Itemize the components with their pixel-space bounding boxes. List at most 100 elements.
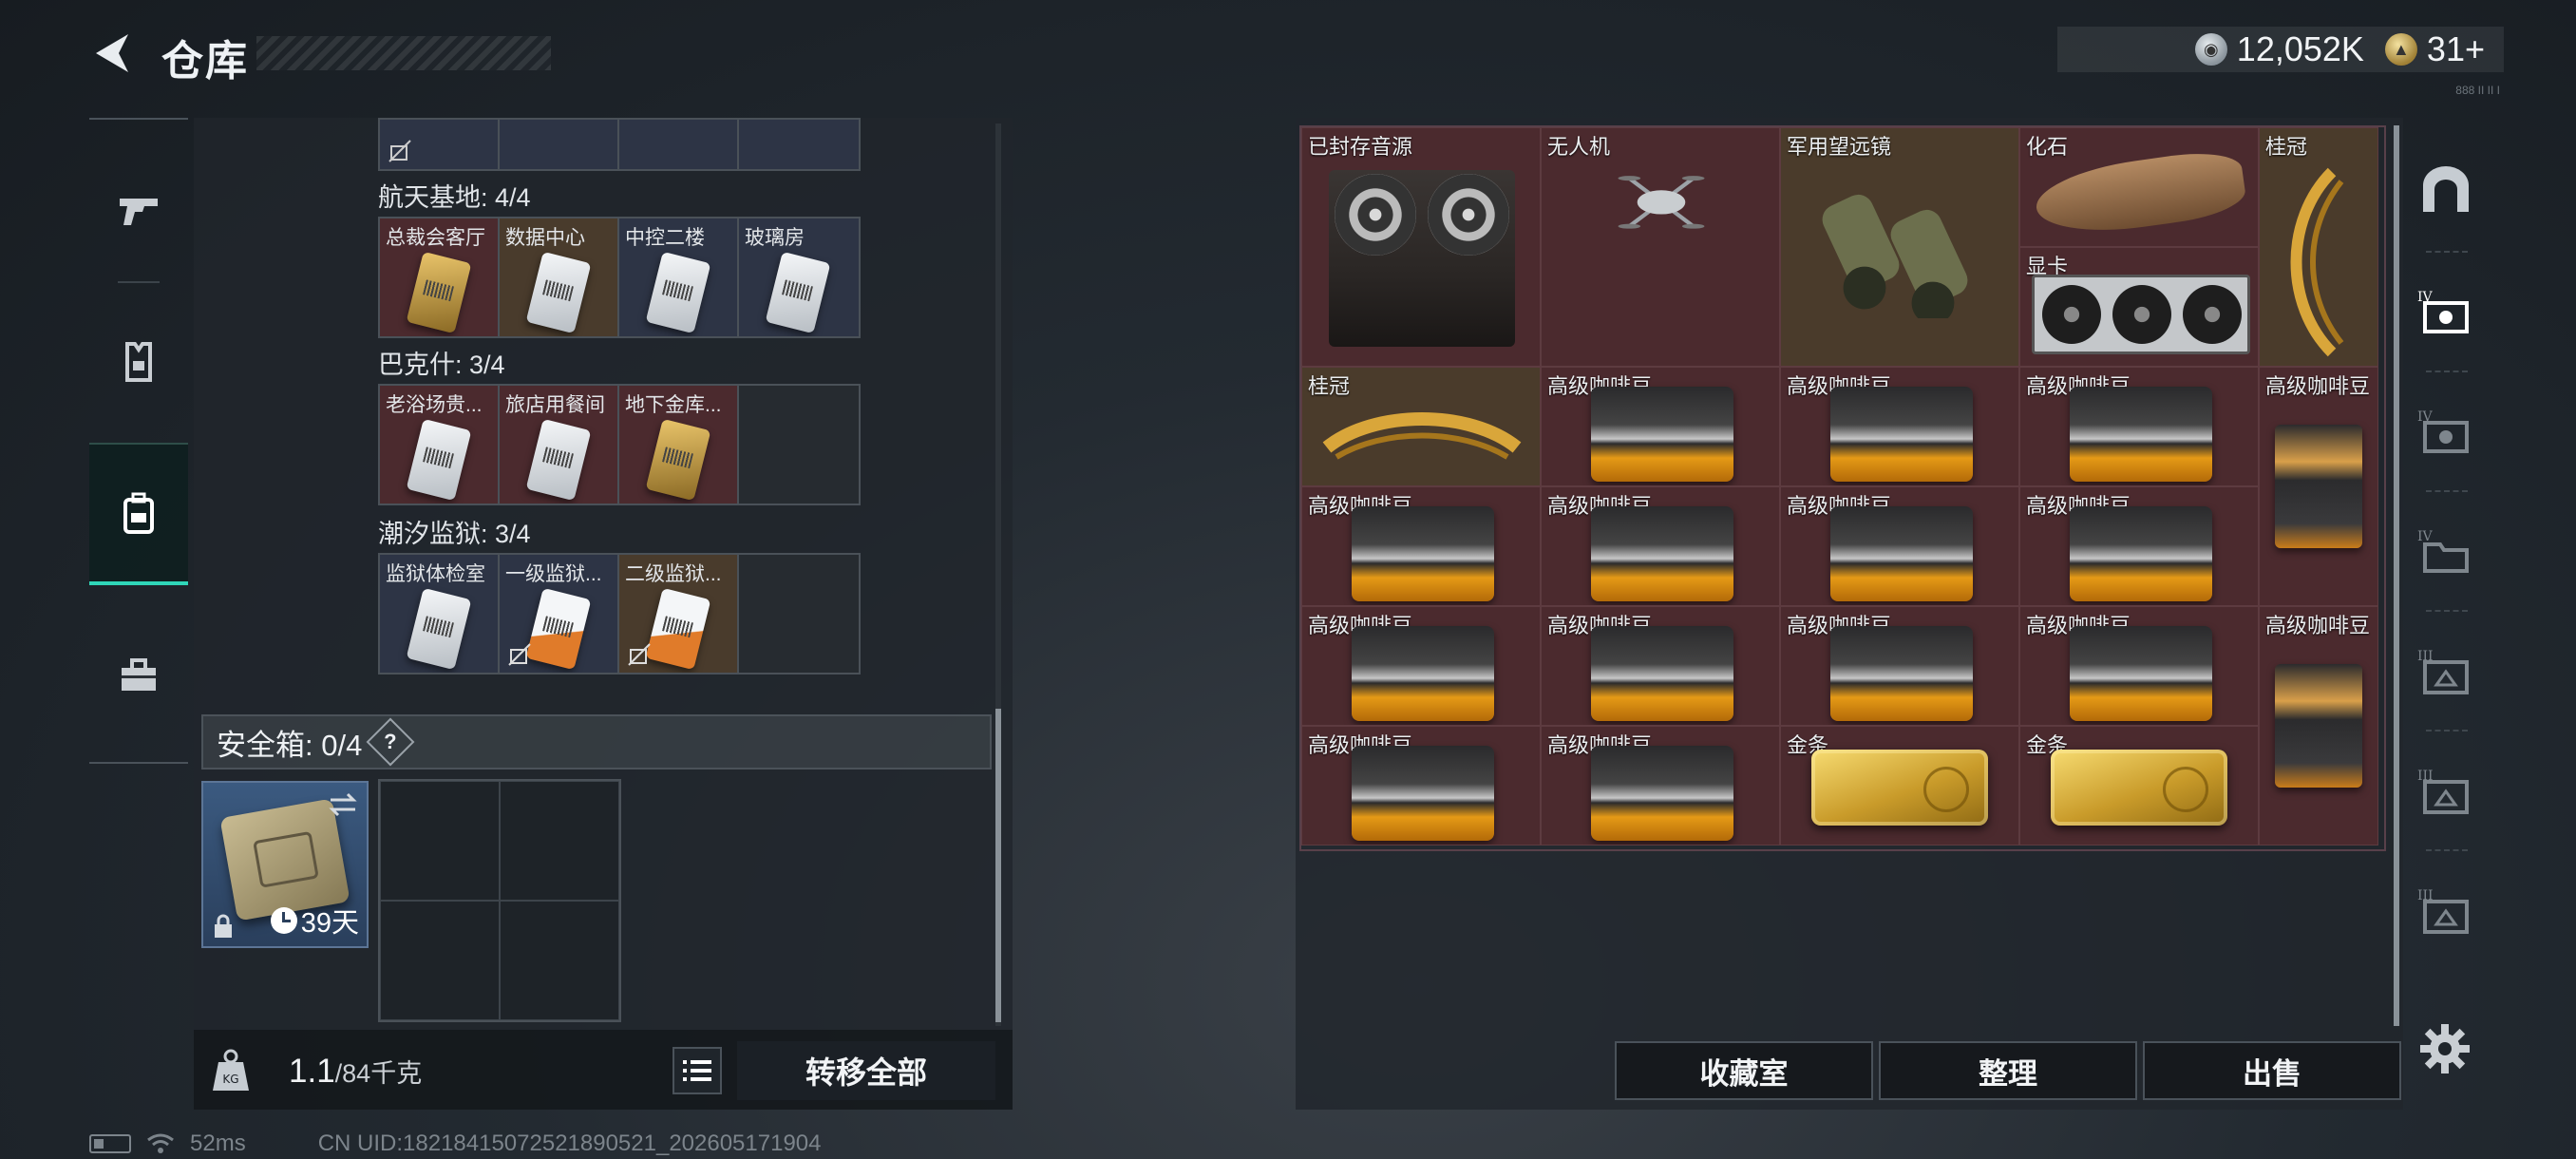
- rail-armor[interactable]: [89, 291, 188, 433]
- item-gold-bar[interactable]: 金条: [1780, 726, 2019, 846]
- item-premium-coffee[interactable]: 高级咖啡豆: [1780, 606, 2019, 726]
- item-sealed-audio[interactable]: 已封存音源: [1301, 127, 1541, 367]
- keycard-slot[interactable]: [619, 120, 739, 169]
- coffee-bag-image: [1591, 506, 1733, 601]
- keycard-label: 中控二楼: [625, 227, 705, 249]
- keycard-row-tidal-prison: 监狱体检室 一级监狱... 二级监狱...: [378, 553, 861, 674]
- backpack-scroll-thumb[interactable]: [995, 709, 1001, 1022]
- rail-container-4c[interactable]: IV: [2405, 500, 2487, 604]
- coffee-bag-image: [2275, 425, 2362, 548]
- keycard-slot[interactable]: 总裁会客厅: [380, 218, 500, 336]
- no-signal-icon: [388, 140, 411, 162]
- list-view-button[interactable]: [672, 1047, 722, 1094]
- collection-room-button[interactable]: 收藏室: [1615, 1041, 1873, 1100]
- coffee-bag-image: [1830, 387, 1973, 482]
- transfer-all-button[interactable]: 转移全部: [737, 1041, 995, 1100]
- battery-icon: [89, 1134, 131, 1153]
- safe-grid-cell[interactable]: [380, 781, 500, 901]
- help-button[interactable]: ?: [366, 717, 415, 767]
- item-graphics-card[interactable]: 显卡: [2019, 247, 2259, 367]
- rail-backpack[interactable]: [89, 443, 188, 585]
- item-premium-coffee[interactable]: 高级咖啡豆: [2259, 606, 2378, 846]
- keycard-slot[interactable]: 中控二楼: [619, 218, 739, 336]
- swap-icon[interactable]: [327, 790, 359, 819]
- back-button[interactable]: [87, 27, 135, 80]
- rail-main-storage[interactable]: [2405, 137, 2487, 241]
- coffee-bag-image: [2275, 664, 2362, 788]
- keycard-slot[interactable]: 老浴场贵...: [380, 386, 500, 504]
- ping-readout: 52ms: [190, 1130, 246, 1156]
- rail-toolbox[interactable]: [89, 604, 188, 747]
- clock-icon: [270, 907, 297, 934]
- keycard-image: [525, 418, 592, 502]
- item-fossil[interactable]: 化石: [2019, 127, 2259, 247]
- no-signal-icon: [508, 643, 531, 666]
- rail-weapons[interactable]: [89, 139, 188, 281]
- item-laurel-crown[interactable]: 桂冠: [1301, 367, 1541, 486]
- backpack-footer: KG 1.1/84千克 转移全部: [194, 1030, 1013, 1110]
- keycard-slot-empty[interactable]: [739, 386, 859, 504]
- keycard-slot[interactable]: [380, 120, 500, 169]
- laurel-crown-image: [1322, 412, 1522, 460]
- keycard-slot-empty[interactable]: [739, 555, 859, 673]
- item-premium-coffee[interactable]: 高级咖啡豆: [1541, 726, 1780, 846]
- weight-max: /84千克: [334, 1059, 423, 1088]
- item-premium-coffee[interactable]: 高级咖啡豆: [1541, 367, 1780, 486]
- keycard-label: 二级监狱...: [625, 563, 722, 585]
- currency-bar[interactable]: ◉ 12,052K ▲ 31+: [2057, 27, 2504, 72]
- item-premium-coffee[interactable]: 高级咖啡豆: [1541, 486, 1780, 606]
- organize-button[interactable]: 整理: [1879, 1041, 2137, 1100]
- item-premium-coffee[interactable]: 高级咖啡豆: [1301, 726, 1541, 846]
- item-premium-coffee[interactable]: 高级咖啡豆: [2019, 367, 2259, 486]
- item-military-binoculars[interactable]: 军用望远镜: [1780, 127, 2019, 367]
- coffee-bag-image: [2070, 626, 2212, 721]
- item-premium-coffee[interactable]: 高级咖啡豆: [1301, 486, 1541, 606]
- safe-grid-cell[interactable]: [380, 901, 500, 1020]
- no-signal-icon: [628, 643, 651, 666]
- keycard-slot[interactable]: 数据中心: [500, 218, 619, 336]
- item-premium-coffee[interactable]: 高级咖啡豆: [1780, 367, 2019, 486]
- item-premium-coffee[interactable]: 高级咖啡豆: [2019, 486, 2259, 606]
- region-title-aerospace: 航天基地: 4/4: [378, 183, 531, 212]
- keycard-label: 老浴场贵...: [386, 394, 483, 416]
- gear-icon[interactable]: [2418, 1022, 2472, 1075]
- keycard-slot[interactable]: 地下金库...: [619, 386, 739, 504]
- keycard-slot[interactable]: 一级监狱...: [500, 555, 619, 673]
- item-laurel-crown[interactable]: 桂冠: [2259, 127, 2378, 367]
- sell-button[interactable]: 出售: [2143, 1041, 2401, 1100]
- safe-grid-cell[interactable]: [500, 901, 619, 1020]
- page-title: 仓库: [161, 38, 249, 85]
- rail-container-4b[interactable]: IV: [2405, 380, 2487, 484]
- weight-readout: 1.1/84千克: [289, 1053, 422, 1091]
- item-gold-bar[interactable]: 金条: [2019, 726, 2259, 846]
- keycard-slot[interactable]: [500, 120, 619, 169]
- rail-container-4a[interactable]: IV: [2405, 260, 2487, 365]
- coffee-bag-image: [1830, 626, 1973, 721]
- item-premium-coffee[interactable]: 高级咖啡豆: [2259, 367, 2378, 606]
- coffee-bag-image: [1352, 506, 1494, 601]
- keycard-slot[interactable]: 监狱体检室: [380, 555, 500, 673]
- item-drone[interactable]: 无人机: [1541, 127, 1780, 367]
- safe-box-grid[interactable]: [378, 779, 621, 1022]
- keycard-slot[interactable]: 玻璃房: [739, 218, 859, 336]
- level-3-crate-icon: III: [2417, 888, 2469, 934]
- keycard-slot[interactable]: 旅店用餐间: [500, 386, 619, 504]
- item-premium-coffee[interactable]: 高级咖啡豆: [1301, 606, 1541, 726]
- level-3-crate-icon: III: [2417, 769, 2469, 814]
- coffee-bag-image: [2070, 506, 2212, 601]
- gold-bar-image: [2051, 750, 2227, 826]
- item-label: 化石: [2026, 135, 2069, 159]
- gold-currency: ▲ 31+: [2384, 29, 2485, 69]
- rail-container-3a[interactable]: III: [2405, 619, 2487, 724]
- safe-box-slot[interactable]: 39天: [201, 781, 369, 948]
- keycard-slot[interactable]: [739, 120, 859, 169]
- storage-scrollbar[interactable]: [2394, 125, 2399, 1026]
- safe-grid-cell[interactable]: [500, 781, 619, 901]
- rail-container-3c[interactable]: III: [2405, 859, 2487, 963]
- item-premium-coffee[interactable]: 高级咖啡豆: [1780, 486, 2019, 606]
- item-premium-coffee[interactable]: 高级咖啡豆: [2019, 606, 2259, 726]
- rail-container-3b[interactable]: III: [2405, 739, 2487, 844]
- item-premium-coffee[interactable]: 高级咖啡豆: [1541, 606, 1780, 726]
- keycard-slot[interactable]: 二级监狱...: [619, 555, 739, 673]
- safe-box-header: 安全箱: 0/4 ?: [201, 714, 992, 770]
